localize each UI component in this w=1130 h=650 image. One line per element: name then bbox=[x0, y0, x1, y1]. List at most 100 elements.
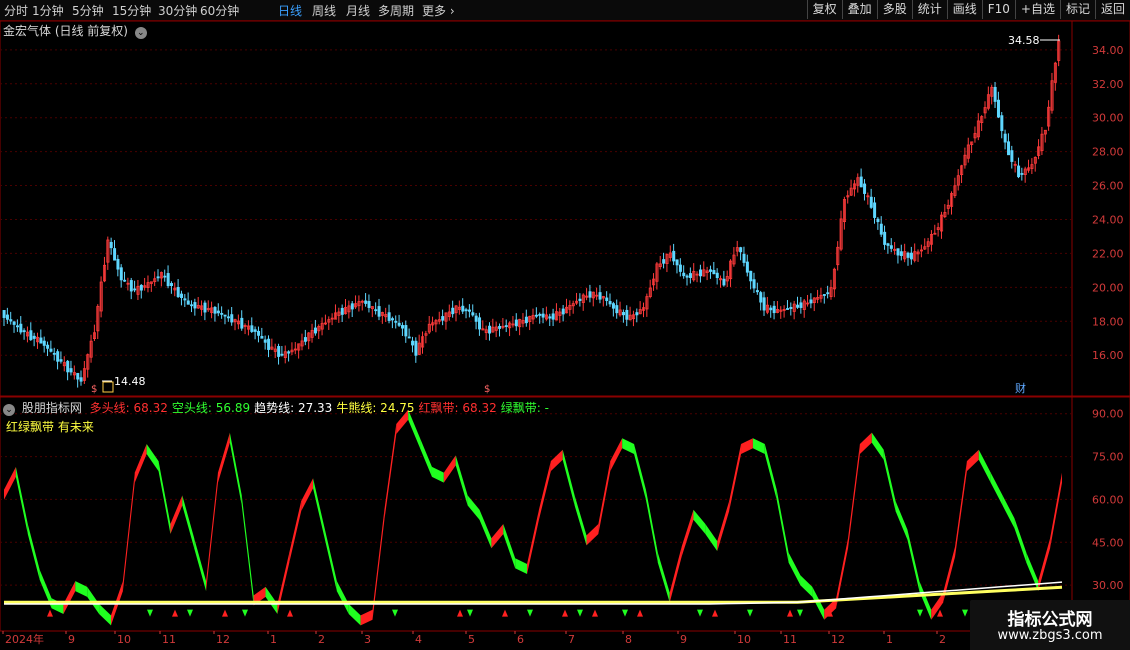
main-panel-title: 金宏气体 (日线 前复权) ⌄ bbox=[3, 22, 147, 39]
candle-body bbox=[166, 273, 170, 287]
ribbon-segment bbox=[705, 524, 718, 552]
ribbon-segment bbox=[634, 444, 646, 500]
candle-body bbox=[742, 253, 746, 263]
ribbon-segment bbox=[324, 529, 337, 592]
ribbon-segment bbox=[27, 524, 40, 580]
ribbon-segment bbox=[776, 489, 789, 563]
candle-body bbox=[15, 325, 19, 328]
candle-body bbox=[19, 323, 23, 333]
candle-body bbox=[538, 313, 542, 316]
ribbon-segment bbox=[693, 509, 706, 534]
finance-marker: 财 bbox=[1015, 381, 1026, 395]
ribbon-segment bbox=[431, 466, 444, 483]
candle-body bbox=[461, 305, 465, 312]
candle-body bbox=[755, 290, 759, 293]
ribbon-segment bbox=[729, 444, 742, 512]
price-tick-label: 24.00 bbox=[1092, 213, 1124, 226]
candle-body bbox=[635, 312, 639, 316]
price-tick-label: 22.00 bbox=[1092, 247, 1124, 260]
date-tick-label: 1 bbox=[886, 633, 893, 646]
ribbon-segment bbox=[681, 509, 694, 557]
stock-chart[interactable]: 34.00 32.00 30.00 28.00 26.00 24.00 22.00 20.00… bbox=[0, 0, 1130, 650]
candle-body bbox=[879, 223, 883, 235]
candle-body bbox=[451, 307, 455, 315]
date-tick-label: 2024年 bbox=[5, 632, 44, 646]
chevron-down-icon[interactable]: ⌄ bbox=[134, 27, 147, 39]
indicator-legend: ⌄ 股朋指标网 多头线: 68.32 空头线: 56.89 趋势线: 27.33 牛熊… bbox=[3, 399, 549, 416]
chevron-down-icon[interactable]: ⌄ bbox=[3, 404, 15, 416]
low-price-label: 14.48 bbox=[114, 375, 146, 388]
legend-item-0: 多头线: 68.32 bbox=[89, 401, 168, 415]
candle-body bbox=[699, 269, 703, 277]
date-tick-label: 10 bbox=[737, 633, 751, 646]
ribbon-segment bbox=[122, 472, 135, 592]
candle-body bbox=[257, 330, 261, 336]
legend-item-1: 空头线: 56.89 bbox=[171, 401, 251, 415]
indicator-tick-label: 90.00 bbox=[1092, 408, 1124, 421]
indicator-tick-label: 45.00 bbox=[1092, 536, 1124, 549]
date-tick-label: 3 bbox=[364, 633, 371, 646]
candle-body bbox=[826, 292, 830, 295]
candle-body bbox=[22, 330, 26, 333]
candle-body bbox=[799, 302, 803, 308]
candle-body bbox=[193, 302, 197, 309]
date-tick-label: 2 bbox=[939, 633, 946, 646]
candle-body bbox=[578, 298, 582, 301]
ribbon-segment bbox=[229, 432, 242, 506]
ribbon-segment bbox=[4, 466, 16, 500]
candle-body bbox=[116, 258, 120, 270]
price-tick-label: 32.00 bbox=[1092, 78, 1124, 91]
indicator-tick-label: 30.00 bbox=[1092, 579, 1124, 592]
candle-body bbox=[859, 176, 863, 188]
candle-body bbox=[12, 321, 16, 325]
candle-body bbox=[56, 351, 60, 362]
dividend-marker-icon: $ bbox=[91, 384, 97, 395]
indicator-tick-label: 60.00 bbox=[1092, 493, 1124, 506]
candle-body bbox=[277, 346, 281, 357]
stock-name: 金宏气体 (日线 前复权) bbox=[3, 24, 128, 38]
candle-body bbox=[1000, 115, 1004, 132]
ribbon-segment bbox=[301, 478, 314, 512]
candle-body bbox=[303, 337, 307, 342]
candle-body bbox=[786, 308, 790, 310]
candle-body bbox=[69, 368, 73, 373]
candle-body bbox=[2, 310, 6, 318]
arrow-down-icon bbox=[622, 609, 628, 617]
candle-body bbox=[896, 248, 900, 256]
ribbon-segment bbox=[752, 438, 765, 454]
candle-body bbox=[621, 312, 625, 316]
ribbon-segment bbox=[741, 438, 753, 454]
ribbon-segment bbox=[194, 538, 207, 592]
legend-item-5: 绿飘带: - bbox=[500, 401, 549, 415]
candle-body bbox=[675, 259, 679, 266]
candle-body bbox=[280, 353, 284, 356]
candle-body bbox=[886, 243, 890, 246]
ribbon-segment bbox=[966, 449, 979, 472]
arrow-up-icon bbox=[712, 609, 718, 617]
candle-body bbox=[541, 313, 545, 318]
ribbon-segment bbox=[277, 552, 290, 614]
arrow-up-icon bbox=[787, 609, 793, 617]
arrow-down-icon bbox=[577, 609, 583, 617]
ribbon-segment bbox=[134, 444, 147, 483]
candle-body bbox=[387, 312, 391, 321]
ribbon-segment bbox=[206, 472, 218, 592]
ribbon-segment bbox=[645, 489, 658, 563]
ribbon-segment bbox=[384, 424, 397, 520]
ribbon-segment bbox=[788, 552, 801, 586]
candle-body bbox=[313, 327, 317, 334]
date-tick-label: 8 bbox=[625, 633, 632, 646]
candle-body bbox=[66, 360, 70, 373]
candle-body bbox=[474, 315, 478, 322]
ribbon-segment bbox=[574, 495, 587, 546]
candle-body bbox=[414, 340, 418, 356]
date-tick-label: 11 bbox=[162, 633, 176, 646]
candle-body bbox=[364, 300, 368, 304]
legend-item-4: 红飘带: 68.32 bbox=[418, 401, 497, 415]
arrow-down-icon bbox=[242, 609, 248, 617]
date-tick-label: 9 bbox=[68, 633, 75, 646]
watermark-title: 指标公式网 bbox=[1007, 610, 1093, 630]
ribbon-segment bbox=[657, 552, 670, 603]
ribbon-segment bbox=[217, 432, 230, 483]
candle-body bbox=[253, 329, 257, 332]
